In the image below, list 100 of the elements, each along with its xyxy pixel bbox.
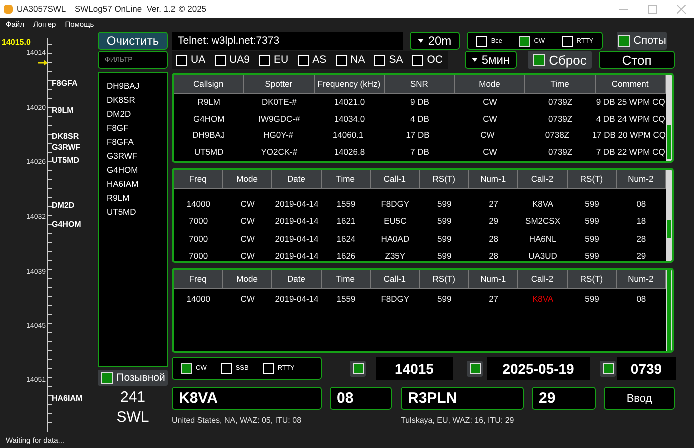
list-item[interactable]: G4HOM xyxy=(107,163,167,177)
column-header[interactable]: Call-1 xyxy=(370,270,420,289)
checkbox[interactable] xyxy=(618,35,630,47)
callsign-field[interactable]: R3PLN xyxy=(401,387,524,410)
column-header[interactable]: Num-1 xyxy=(469,170,518,189)
column-header[interactable]: Time xyxy=(525,75,596,94)
interval-dropdown[interactable]: 5мин xyxy=(465,51,517,69)
column-header[interactable]: RS(T) xyxy=(420,170,470,189)
list-item[interactable]: R9LM xyxy=(107,191,167,205)
table-cell-text: 7000 xyxy=(188,215,210,228)
spot-callsign[interactable]: HA6IAM xyxy=(52,394,83,404)
list-item[interactable]: F8GF xyxy=(107,121,167,135)
column-header[interactable]: Time xyxy=(322,270,371,289)
data-table[interactable] xyxy=(172,73,674,163)
time-field[interactable]: 0739 xyxy=(617,357,676,380)
table-cell-text: 29 xyxy=(636,250,648,261)
list-item[interactable]: UT5MD xyxy=(107,205,167,219)
table-cell-text: 7000 xyxy=(188,232,210,246)
column-header[interactable]: Num-1 xyxy=(469,270,518,289)
checkbox[interactable] xyxy=(100,372,113,384)
date-field[interactable]: 2025-05-19 xyxy=(487,357,590,380)
column-header[interactable]: Mode xyxy=(223,170,272,189)
column-header[interactable]: Call-2 xyxy=(518,270,568,289)
column-header[interactable]: Spotter xyxy=(244,75,315,94)
column-header[interactable]: RS(T) xyxy=(568,270,617,289)
column-header[interactable]: Date xyxy=(272,170,322,189)
table-cell-text: 27 xyxy=(488,198,500,211)
column-header[interactable]: Comment xyxy=(596,75,666,94)
list-item[interactable]: G3RWF xyxy=(107,149,167,163)
stop-button[interactable]: Стоп xyxy=(599,51,675,69)
table-cell-text: 14060.1 xyxy=(332,129,365,142)
spots-toggle[interactable]: Споты xyxy=(617,32,667,50)
list-item[interactable]: DM2D xyxy=(107,107,167,121)
column-header[interactable]: Call-1 xyxy=(370,170,420,189)
checkbox[interactable] xyxy=(181,363,192,374)
callsign-field[interactable]: K8VA xyxy=(172,387,322,410)
table-cell-text: 08 xyxy=(636,198,648,211)
list-item[interactable]: DH9BAJ xyxy=(107,79,167,93)
data-table[interactable]: Freq Mode Date Time Call-1 RS(T) Num-1 Call-2 RS(T) Num-2 14000 CW 2019-04-14 1559 F8DGY 599 27 K8VA 599 08 xyxy=(172,268,674,353)
scrollbar[interactable] xyxy=(666,170,672,261)
column-header[interactable]: Freq xyxy=(174,270,224,289)
column-header[interactable]: Date xyxy=(272,270,322,289)
checkbox-label: UA xyxy=(191,54,206,66)
column-header[interactable]: Call-2 xyxy=(518,170,568,189)
checkbox[interactable] xyxy=(533,54,546,66)
data-table[interactable] xyxy=(172,168,674,263)
column-header[interactable]: Mode xyxy=(455,75,526,94)
table-cell-text: CW xyxy=(240,292,256,306)
table-cell-text: 1559 xyxy=(336,292,357,306)
table-cell-text: G4HOM xyxy=(192,112,226,126)
column-header[interactable]: Time xyxy=(322,170,371,189)
location-text: United States, NA, WAZ: 05, ITU: 08 xyxy=(172,416,303,424)
column-header[interactable]: SNR xyxy=(384,75,456,94)
spot-callsign[interactable]: UT5MD xyxy=(52,156,80,166)
column-header[interactable]: RS(T) xyxy=(568,170,617,189)
telnet-field[interactable]: Telnet: w3lpl.net:7373 xyxy=(172,32,403,50)
column-header[interactable]: Callsign xyxy=(174,75,244,94)
reset-toggle[interactable]: Сброс xyxy=(528,51,592,69)
checkbox[interactable] xyxy=(602,363,614,374)
table-cell-text: 599 xyxy=(584,292,600,306)
table-cell-text: HA6NL xyxy=(528,232,558,246)
table-cell-text: K8VA xyxy=(531,198,555,211)
checkbox[interactable] xyxy=(470,363,480,374)
app-title: SWLog57 OnLine Ver. 1.2 xyxy=(75,4,177,14)
spot-callsign[interactable]: DK8SR xyxy=(52,132,80,142)
column-header[interactable]: Mode xyxy=(223,270,272,289)
table-cell-text: HG0Y-# xyxy=(262,129,295,142)
scrollbar[interactable] xyxy=(666,270,672,351)
scrollbar[interactable] xyxy=(666,75,672,161)
list-item[interactable]: F8GFA xyxy=(107,135,167,149)
list-item[interactable]: HA6IAM xyxy=(107,177,167,191)
callsign-toggle[interactable]: Позывной xyxy=(98,370,168,386)
column-header[interactable]: Frequency (kHz) xyxy=(314,75,385,94)
spot-callsign[interactable]: DM2D xyxy=(52,201,75,211)
table-cell-text: 4 DB xyxy=(410,112,430,126)
spot-callsign[interactable]: G4HOM xyxy=(52,220,82,230)
number-field[interactable]: 29 xyxy=(532,387,596,410)
checkbox-label: EU xyxy=(274,54,289,66)
enter-button[interactable]: Ввод xyxy=(604,387,675,410)
number-field[interactable]: 08 xyxy=(330,387,392,410)
table-cell-text: UT5MD xyxy=(194,146,225,159)
table-cell-text: 28 xyxy=(636,232,648,246)
checkbox[interactable] xyxy=(352,363,364,374)
checkbox-label: OC xyxy=(427,54,443,66)
table-cell-text: 599 xyxy=(436,198,453,211)
table-cell-text: 14000 xyxy=(186,292,212,306)
table-cell-text: CW xyxy=(240,232,256,246)
spot-callsign[interactable]: F8GFA xyxy=(52,79,78,89)
table-cell-text: 17 DB 20 WPM CQ xyxy=(592,129,666,142)
clear-button[interactable]: Очистить xyxy=(98,32,168,50)
frequency-field[interactable]: 14015 xyxy=(376,357,453,380)
table-cell-text: R9LM xyxy=(196,96,222,110)
band-dropdown[interactable]: 20m xyxy=(410,32,460,50)
list-item[interactable]: DK8SR xyxy=(107,93,167,107)
spot-callsign[interactable]: G3RWF xyxy=(52,143,81,153)
spot-callsign[interactable]: R9LM xyxy=(52,106,74,116)
column-header[interactable]: Freq xyxy=(174,170,224,189)
callsign-list[interactable]: DH9BAJ DK8SR DM2D F8GF F8GFA G3RWF G4HOM HA6IAM R9LM UT5MD xyxy=(98,72,168,367)
column-header[interactable]: RS(T) xyxy=(420,270,470,289)
checkbox[interactable] xyxy=(519,36,530,46)
